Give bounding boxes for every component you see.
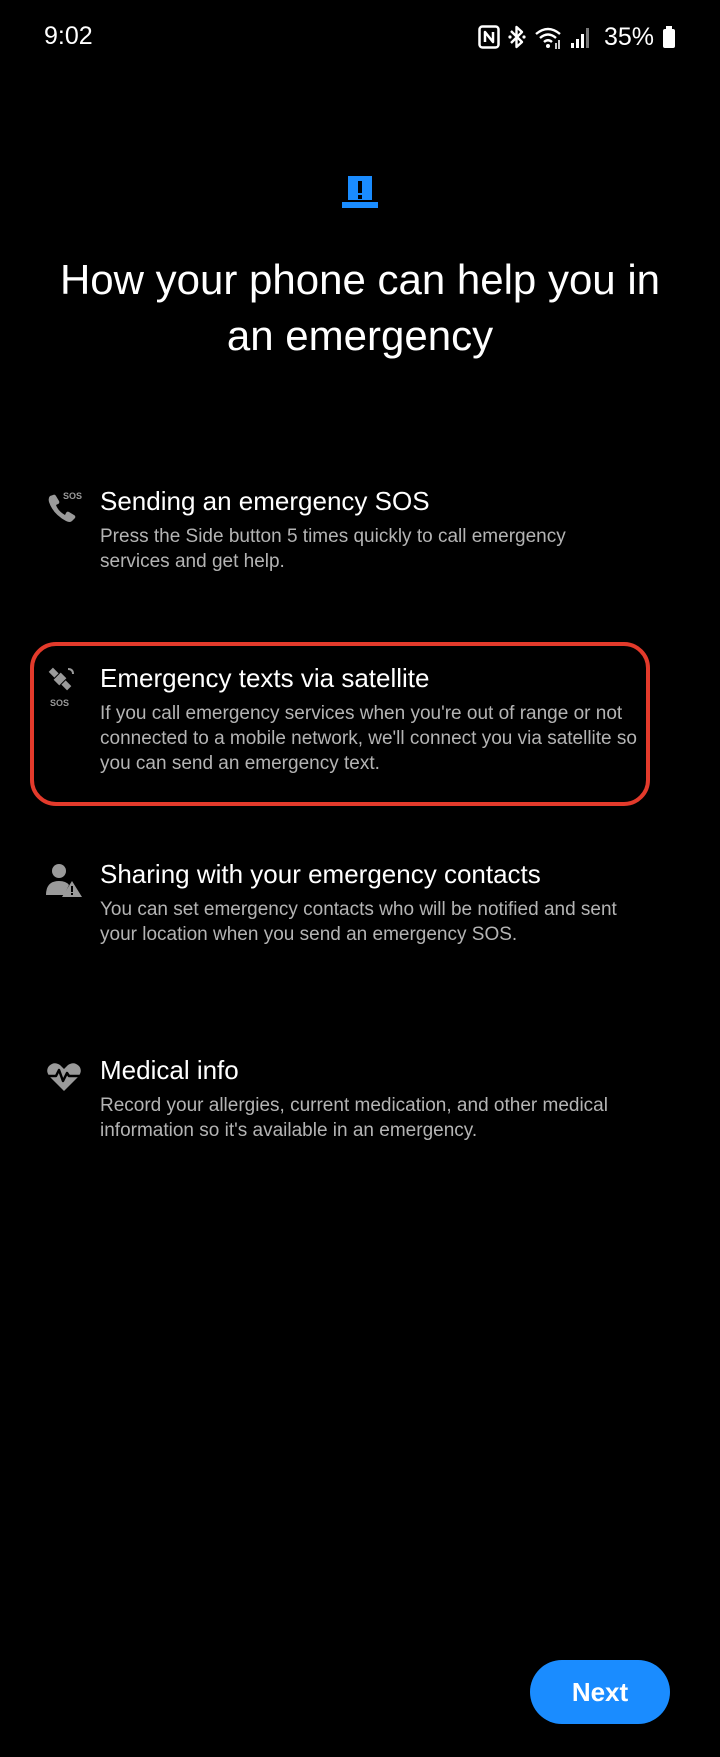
status-bar: 9:02 35% [0, 0, 720, 80]
page-title: How your phone can help you in an emerge… [59, 256, 661, 359]
wifi-icon [534, 22, 562, 52]
feature-title: Emergency texts via satellite [100, 663, 430, 693]
satellite-sos-icon: SOS [44, 665, 84, 708]
feature-title: Sharing with your emergency contacts [100, 859, 541, 889]
sos-label: SOS [63, 491, 82, 501]
status-time: 9:02 [44, 22, 93, 50]
signal-icon [570, 22, 592, 52]
feature-satellite-texts: SOS Emergency texts via satellite If you… [44, 661, 644, 781]
feature-emergency-contacts: Sharing with your emergency contacts You… [44, 857, 644, 977]
nfc-icon [478, 22, 500, 52]
bluetooth-icon [508, 22, 526, 52]
feature-description: If you call emergency services when you'… [100, 703, 637, 774]
alert-icon [339, 170, 381, 212]
status-icons: 35% [478, 22, 676, 52]
sos-label: SOS [50, 698, 69, 708]
feature-description: You can set emergency contacts who will … [100, 899, 617, 945]
feature-description: Press the Side button 5 times quickly to… [100, 526, 566, 572]
feature-emergency-sos: SOS Sending an emergency SOS Press the S… [44, 484, 644, 574]
feature-medical-info: Medical info Record your allergies, curr… [44, 1053, 644, 1153]
phone-sos-icon: SOS [44, 488, 84, 528]
battery-icon [662, 22, 676, 52]
feature-title: Medical info [100, 1055, 239, 1085]
heart-pulse-icon [44, 1057, 84, 1097]
feature-title: Sending an emergency SOS [100, 486, 430, 516]
next-button[interactable]: Next [530, 1660, 670, 1724]
contact-alert-icon [44, 861, 84, 901]
battery-percent: 35% [603, 22, 654, 51]
feature-description: Record your allergies, current medicatio… [100, 1095, 608, 1141]
